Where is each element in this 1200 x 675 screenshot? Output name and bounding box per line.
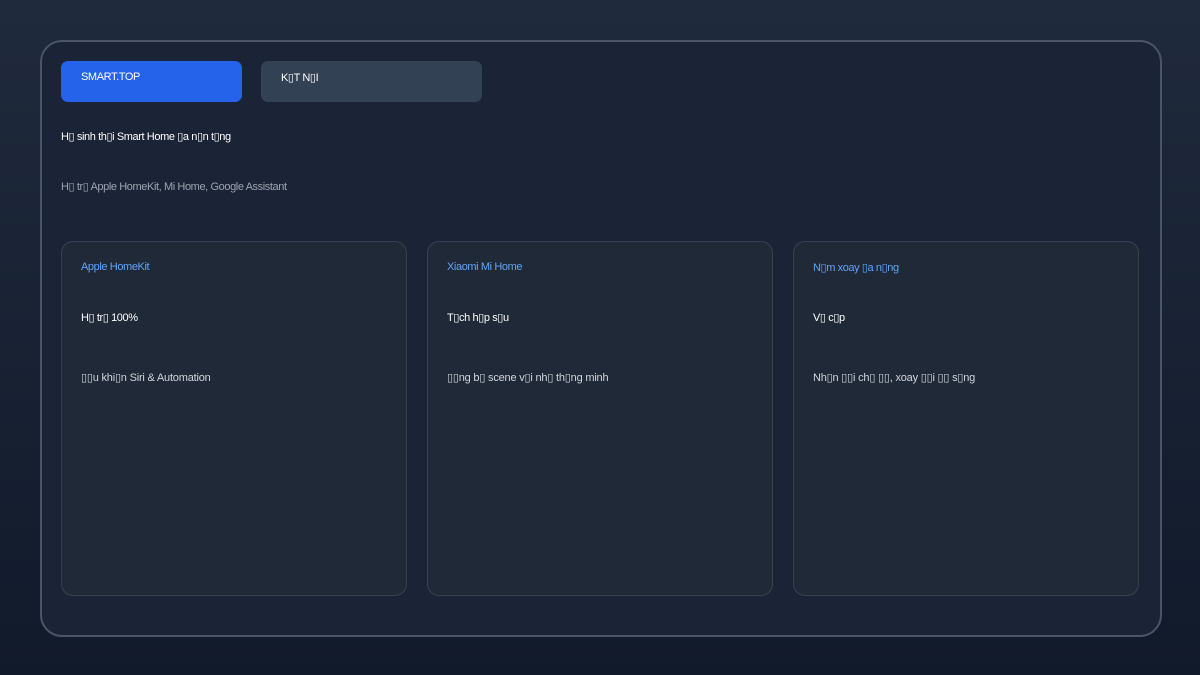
page-headline: H▯ sinh th▯i Smart Home ▯a n▯n t▯ng — [61, 131, 231, 143]
tab-smart-top[interactable]: SMART.TOP — [61, 61, 242, 102]
main-panel: SMART.TOP K▯T N▯I H▯ sinh th▯i Smart Hom… — [40, 40, 1162, 637]
card-value: V▯ c▯p — [813, 312, 845, 324]
card-description: ▯▯ng b▯ scene v▯i nh▯ th▯ng minh — [447, 372, 609, 384]
card-title: Apple HomeKit — [81, 261, 150, 273]
card-value: H▯ tr▯ 100% — [81, 312, 138, 324]
card-title: Xiaomi Mi Home — [447, 261, 523, 273]
tab-ket-noi[interactable]: K▯T N▯I — [261, 61, 482, 102]
card-apple-homekit: Apple HomeKit H▯ tr▯ 100% ▯▯u khi▯n Siri… — [61, 241, 407, 596]
card-title: N▯m xoay ▯a n▯ng — [813, 262, 899, 274]
tab-smart-top-label: SMART.TOP — [81, 71, 140, 83]
card-xiaomi-mi-home: Xiaomi Mi Home T▯ch h▯p s▯u ▯▯ng b▯ scen… — [427, 241, 773, 596]
card-description: ▯▯u khi▯n Siri & Automation — [81, 372, 211, 384]
tab-ket-noi-label: K▯T N▯I — [281, 72, 319, 84]
card-description: Nh▯n ▯▯i ch▯ ▯▯, xoay ▯▯i ▯▯ s▯ng — [813, 372, 976, 384]
page-subline: H▯ tr▯ Apple HomeKit, Mi Home, Google As… — [61, 181, 287, 193]
card-rotary-knob: N▯m xoay ▯a n▯ng V▯ c▯p Nh▯n ▯▯i ch▯ ▯▯,… — [793, 241, 1139, 596]
card-value: T▯ch h▯p s▯u — [447, 312, 509, 324]
